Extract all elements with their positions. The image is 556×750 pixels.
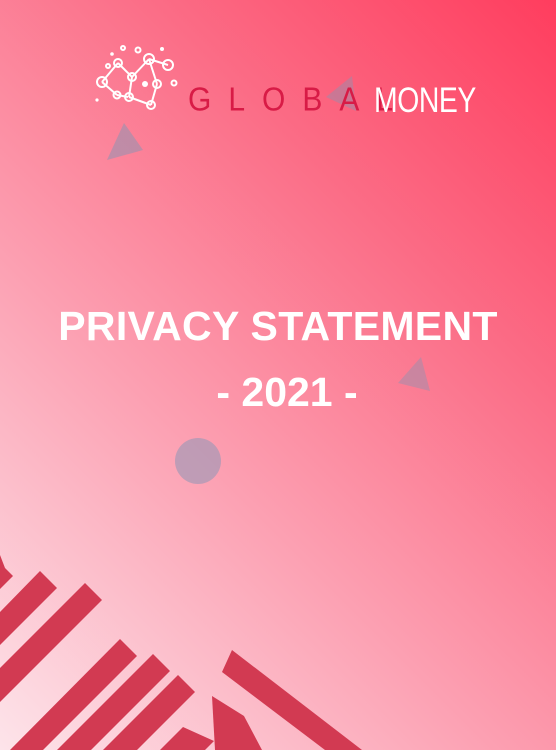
document-year: - 2021 - [216,369,358,415]
circle-shape [175,438,221,484]
network-nodes-icon [95,45,178,110]
logo-word-money: MONEY [374,79,476,120]
brand-logo: GLOBAL MONEY [88,40,476,120]
diagonal-stripes [0,555,362,750]
triangle-shape [107,123,143,160]
cover-page: GLOBAL MONEY PRIVACY STATEMENT - 2021 - [0,0,556,750]
document-title: PRIVACY STATEMENT [58,303,498,349]
